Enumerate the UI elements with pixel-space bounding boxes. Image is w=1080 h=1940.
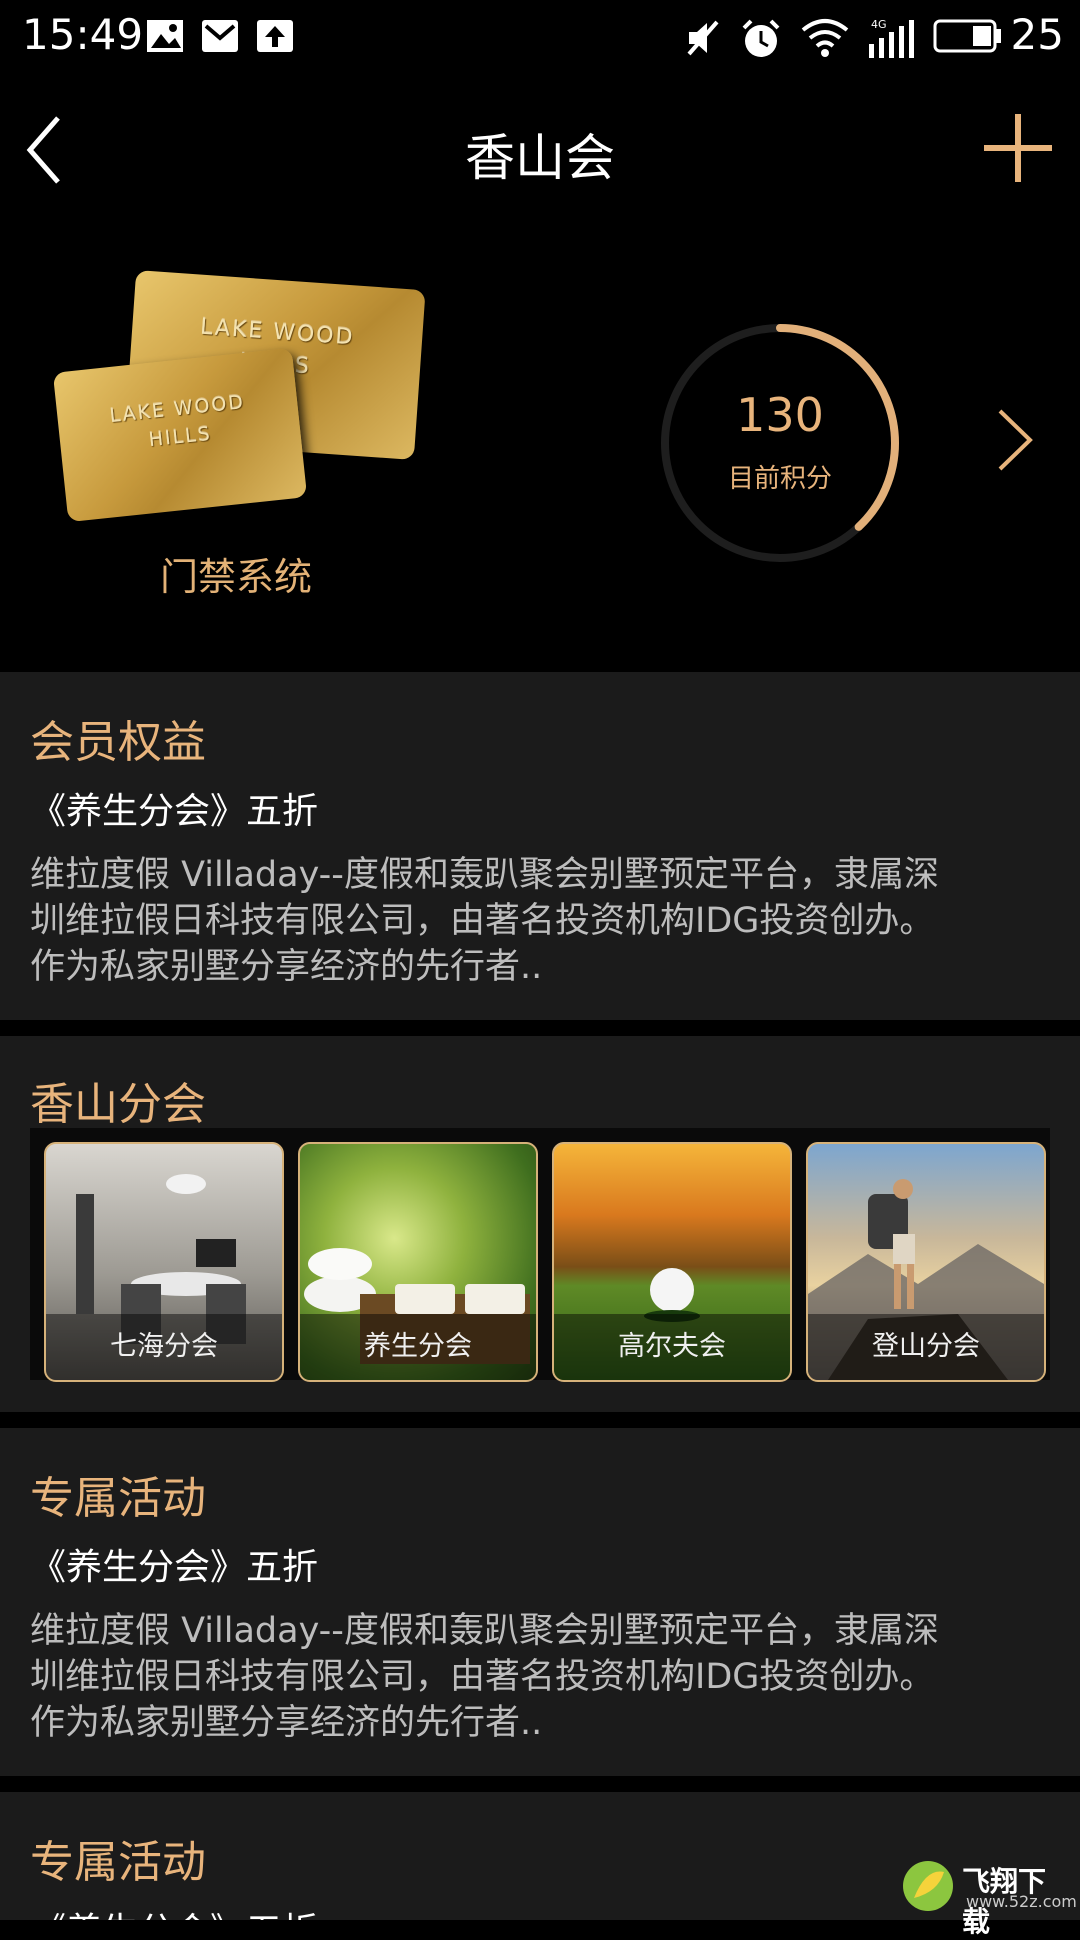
- branch-label: 登山分会: [808, 1314, 1044, 1380]
- access-cards-image[interactable]: LAKE WOOD HILLS LAKE WOOD HILLS: [52, 270, 426, 523]
- branch-card-hiking[interactable]: 登山分会: [806, 1142, 1046, 1382]
- watermark-logo: 飞翔下载 www.52z.com: [900, 1858, 1077, 1938]
- section-description: 维拉度假 Villaday--度假和轰趴聚会别墅预定平台，隶属深 圳维拉假日科技…: [30, 1608, 1050, 1746]
- gold-card-front: LAKE WOOD HILLS: [52, 347, 308, 523]
- signal-4g-icon: 4G: [869, 18, 914, 58]
- exclusive-activities-section[interactable]: 专属活动 《养生分会》五折 维拉度假 Villaday--度假和轰趴聚会别墅预定…: [0, 1428, 1080, 1776]
- branches-section: 香山分会 七海分会 养生分会 高尔夫会 登山分会: [0, 1036, 1080, 1412]
- alarm-icon: [742, 19, 780, 57]
- desc-line: 维拉度假 Villaday--度假和轰趴聚会别墅预定平台，隶属深: [30, 855, 939, 895]
- section-title: 专属活动: [30, 1837, 206, 1888]
- battery-icon: [933, 19, 1001, 53]
- section-title: 专属活动: [30, 1473, 206, 1524]
- app-header: 香山会: [0, 90, 1080, 210]
- wifi-icon: [801, 19, 849, 57]
- points-value: 130: [736, 388, 824, 442]
- branch-list: 七海分会 养生分会 高尔夫会 登山分会: [30, 1128, 1050, 1382]
- section-title: 会员权益: [30, 717, 206, 768]
- mail-icon: [202, 20, 238, 52]
- section-subtitle: 《养生分会》五折: [30, 1547, 319, 1588]
- image-icon: [147, 20, 183, 52]
- section-subtitle: 《养生分会》五折: [30, 791, 319, 832]
- branch-card-golf[interactable]: 高尔夫会: [552, 1142, 792, 1382]
- desc-line: 维拉度假 Villaday--度假和轰趴聚会别墅预定平台，隶属深: [30, 1611, 939, 1651]
- branch-card-qihai[interactable]: 七海分会: [44, 1142, 284, 1382]
- branch-label: 高尔夫会: [554, 1314, 790, 1380]
- upload-icon: [257, 20, 293, 52]
- add-button[interactable]: [978, 108, 1058, 188]
- desc-line: 圳维拉假日科技有限公司，由著名投资机构IDG投资创办。: [30, 901, 935, 941]
- hero-panel: LAKE WOOD HILLS LAKE WOOD HILLS 门禁系统 130…: [0, 240, 1080, 670]
- desc-line: 作为私家别墅分享经济的先行者..: [30, 947, 543, 987]
- status-time: 15:49: [22, 10, 144, 59]
- branch-label: 养生分会: [300, 1314, 536, 1380]
- points-ring[interactable]: [655, 318, 905, 568]
- branch-label: 七海分会: [46, 1314, 282, 1380]
- battery-level: 25: [1010, 10, 1064, 59]
- branch-card-yangsheng[interactable]: 养生分会: [298, 1142, 538, 1382]
- status-bar: 15:49 4G 25: [0, 0, 1080, 75]
- points-label: 目前积分: [727, 464, 832, 494]
- mute-icon: [687, 20, 719, 56]
- watermark-url: www.52z.com: [966, 1892, 1077, 1911]
- svg-text:4G: 4G: [871, 18, 887, 31]
- member-benefits-section[interactable]: 会员权益 《养生分会》五折 维拉度假 Villaday--度假和轰趴聚会别墅预定…: [0, 672, 1080, 1020]
- page-title: 香山会: [465, 129, 615, 187]
- access-system-label[interactable]: 门禁系统: [160, 546, 312, 601]
- section-title: 香山分会: [30, 1079, 206, 1130]
- chevron-right-icon[interactable]: [990, 405, 1040, 475]
- section-description: 维拉度假 Villaday--度假和轰趴聚会别墅预定平台，隶属深 圳维拉假日科技…: [30, 852, 1050, 990]
- desc-line: 圳维拉假日科技有限公司，由著名投资机构IDG投资创办。: [30, 1657, 935, 1697]
- section-subtitle: 《养生分会》五折: [30, 1902, 318, 1920]
- desc-line: 作为私家别墅分享经济的先行者..: [30, 1703, 543, 1743]
- leaf-logo-icon: [903, 1861, 953, 1911]
